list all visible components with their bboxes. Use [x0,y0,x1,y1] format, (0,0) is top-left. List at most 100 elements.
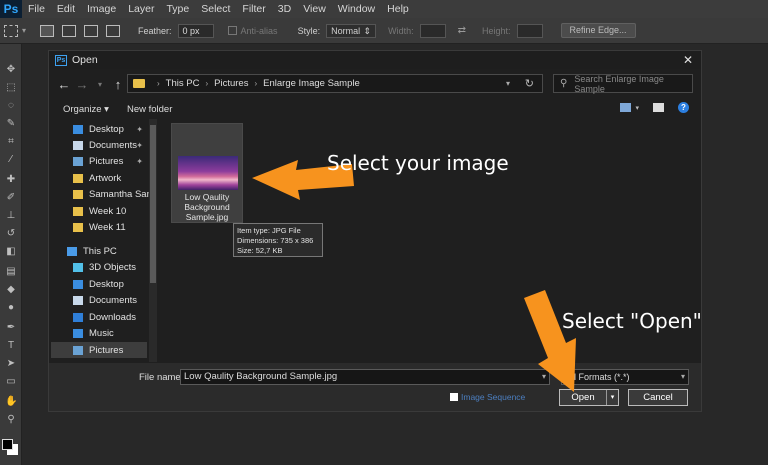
nav-item-week-11[interactable]: Week 11 [51,219,147,235]
pc-icon [67,246,77,256]
nav-item-documents[interactable]: Documents [51,292,147,308]
crop-tool-icon[interactable]: ⌗ [5,136,17,148]
nav-item-samantha-samp[interactable]: Samantha Samp [51,186,149,202]
healing-brush-icon[interactable]: ✚ [5,174,17,186]
new-folder-button[interactable]: New folder [127,104,172,115]
marquee-tool-icon[interactable] [4,24,18,37]
breadcrumb-enlarge-image-sample[interactable]: Enlarge Image Sample [263,78,360,89]
move-tool-icon[interactable]: ✥ [5,64,17,76]
up-arrow-icon[interactable]: ↑ [109,77,127,92]
search-input[interactable]: ⚲ Search Enlarge Image Sample [553,74,693,94]
image-sequence-label[interactable]: Image Sequence [461,392,525,402]
intersect-selection-icon[interactable] [106,24,121,37]
antialias-checkbox[interactable] [227,26,237,35]
refresh-icon[interactable]: ↻ [525,77,534,90]
organize-button[interactable]: Organize ▾ [63,104,109,115]
chevron-down-icon[interactable]: ▾ [681,370,685,384]
zoom-tool-icon[interactable]: ⚲ [5,414,17,426]
back-arrow-icon[interactable]: ← [55,77,73,92]
forward-arrow-icon[interactable]: → [73,77,91,92]
rectangle-tool-icon[interactable]: ▭ [5,376,17,388]
preview-pane-icon[interactable] [653,103,664,112]
menu-file[interactable]: File [22,0,51,18]
blur-tool-icon[interactable]: ◆ [5,284,17,296]
pin-icon[interactable]: ✦ [136,141,143,150]
image-sequence-checkbox[interactable] [450,393,458,401]
new-selection-icon[interactable] [40,24,55,37]
nav-item-downloads[interactable]: Downloads [51,309,147,325]
menu-window[interactable]: Window [332,0,381,18]
menu-3d[interactable]: 3D [272,0,297,18]
nav-item-pictures[interactable]: Pictures [51,342,147,358]
tool-preset-chevron-icon[interactable]: ▾ [22,26,26,35]
brush-tool-icon[interactable]: ✐ [5,192,17,204]
nav-item-pictures[interactable]: Pictures ✦ [51,153,147,169]
nav-item-documents[interactable]: Documents ✦ [51,137,147,153]
recent-chevron-icon[interactable]: ▾ [91,80,109,89]
menu-edit[interactable]: Edit [51,0,81,18]
nav-item-this-pc[interactable]: This PC [51,243,147,259]
nav-item-week-10[interactable]: Week 10 [51,203,147,219]
lasso-tool-icon[interactable]: ◌ [5,100,17,112]
pin-icon[interactable]: ✦ [136,125,143,134]
close-icon[interactable]: ✕ [683,53,693,67]
music-icon [73,328,83,338]
open-button[interactable]: Open ▾ [559,389,619,406]
pen-tool-icon[interactable]: ✒ [5,322,17,334]
menu-type[interactable]: Type [160,0,195,18]
file-type-select[interactable]: All Formats (*.*) ▾ [561,369,689,385]
nav-item-artwork[interactable]: Artwork [51,170,147,186]
nav-item-music[interactable]: Music [51,325,147,341]
subtract-selection-icon[interactable] [84,24,99,37]
scrollbar-thumb[interactable] [150,125,156,283]
dodge-tool-icon[interactable]: ● [5,302,17,314]
menu-filter[interactable]: Filter [236,0,271,18]
open-dropdown-icon[interactable]: ▾ [606,390,618,405]
style-select[interactable]: Normal ⇕ [326,23,377,38]
add-selection-icon[interactable] [62,24,77,37]
file-name-input[interactable]: Low Qaulity Background Sample.jpg ▾ [180,369,550,385]
type-tool-icon[interactable]: T [5,340,17,352]
nav-item-3d-objects[interactable]: 3D Objects [51,259,147,275]
marquee-tool-icon[interactable]: ⬚ [5,82,17,94]
menu-select[interactable]: Select [195,0,236,18]
pictures-icon [73,345,83,355]
nav-item-label: Desktop [89,123,124,135]
stamp-tool-icon[interactable]: ⊥ [5,210,17,222]
eraser-tool-icon[interactable]: ◧ [5,246,17,258]
menu-view[interactable]: View [297,0,332,18]
quick-select-icon[interactable]: ✎ [5,118,17,130]
menu-layer[interactable]: Layer [122,0,160,18]
folder-icon [73,206,83,216]
height-input[interactable] [516,23,543,38]
cancel-button[interactable]: Cancel [628,389,688,406]
chevron-down-icon[interactable]: ▾ [542,370,546,384]
menu-help[interactable]: Help [381,0,415,18]
foreground-color-swatch[interactable] [2,439,13,450]
path-select-icon[interactable]: ➤ [5,358,17,370]
menu-image[interactable]: Image [81,0,122,18]
eyedropper-icon[interactable]: ⁄ [5,154,17,166]
breadcrumb-this-pc[interactable]: This PC [166,78,200,89]
width-input[interactable] [419,23,446,38]
pin-icon[interactable]: ✦ [136,157,143,166]
view-chevron-icon[interactable]: ▾ [635,104,639,112]
command-bar: Organize ▾ New folder ▾ ? [49,100,701,118]
nav-item-label: Week 10 [89,205,127,217]
nav-pane-scrollbar[interactable] [149,119,157,362]
feather-input[interactable]: 0 px [177,23,214,38]
address-chevron-icon[interactable]: ▾ [506,79,510,88]
nav-item-desktop[interactable]: Desktop [51,276,147,292]
breadcrumb-separator-icon: › [205,79,209,88]
help-icon[interactable]: ? [678,102,689,113]
gradient-tool-icon[interactable]: ▤ [5,266,17,278]
file-item[interactable]: Low Qaulity Background Sample.jpg [171,123,243,223]
address-bar[interactable]: › This PC › Pictures › Enlarge Image Sam… [127,74,543,93]
refine-edge-button[interactable]: Refine Edge... [560,23,636,38]
swap-icon[interactable]: ⇄ [458,25,466,36]
history-brush-icon[interactable]: ↺ [5,228,17,240]
view-options-icon[interactable] [620,103,632,112]
nav-item-desktop[interactable]: Desktop ✦ [51,121,147,137]
hand-tool-icon[interactable]: ✋ [5,396,17,408]
breadcrumb-pictures[interactable]: Pictures [214,78,248,89]
